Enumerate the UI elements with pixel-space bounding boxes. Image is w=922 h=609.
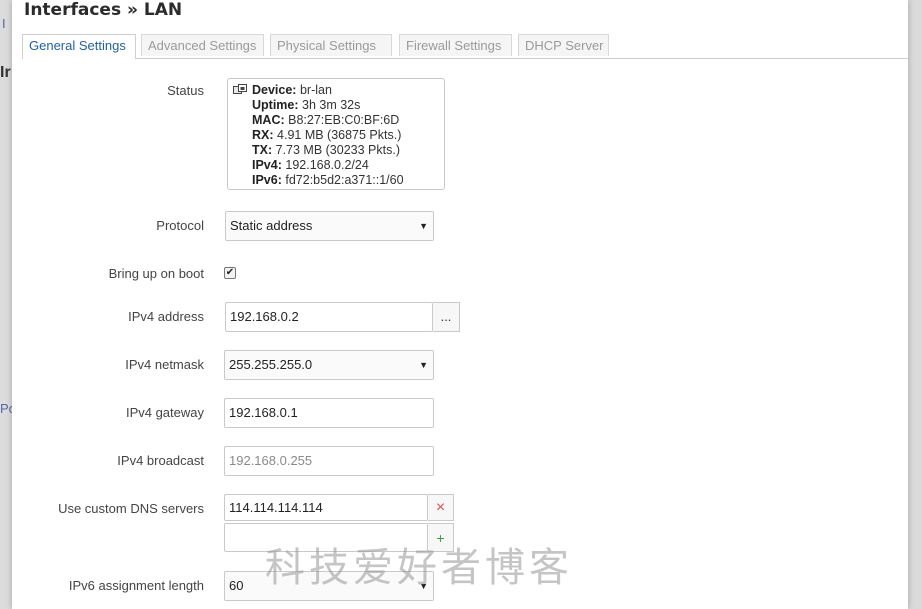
background-right-edge bbox=[908, 0, 922, 609]
status-box: Device: br-lan Uptime: 3h 3m 32s MAC: B8… bbox=[227, 78, 445, 190]
ipv4-address-label: IPv4 address bbox=[128, 309, 204, 324]
caret-down-icon: ▼ bbox=[419, 360, 428, 370]
dns-server-input[interactable]: 114.114.114.114 bbox=[224, 494, 428, 521]
status-row-device: Device: br-lan bbox=[252, 83, 332, 97]
status-row-ipv6: IPv6: fd72:b5d2:a371::1/60 bbox=[252, 173, 404, 187]
watermark-text: 科技爱好者博客 bbox=[265, 545, 573, 591]
ipv4-gateway-value: 192.168.0.1 bbox=[229, 405, 298, 420]
ellipsis-icon: ... bbox=[440, 309, 452, 324]
tab-advanced-settings[interactable]: Advanced Settings bbox=[141, 34, 264, 56]
status-row-mac: MAC: B8:27:EB:C0:BF:6D bbox=[252, 113, 400, 127]
tab-physical-settings[interactable]: Physical Settings bbox=[270, 34, 392, 56]
background-fragment: Ir bbox=[0, 64, 11, 81]
status-row-rx: RX: 4.91 MB (36875 Pkts.) bbox=[252, 128, 402, 142]
background-fragment: I bbox=[2, 16, 6, 31]
tab-firewall-settings[interactable]: Firewall Settings bbox=[399, 34, 512, 56]
tab-general-settings[interactable]: General Settings bbox=[22, 34, 136, 59]
tab-label: General Settings bbox=[29, 38, 126, 53]
caret-down-icon: ▼ bbox=[419, 221, 428, 231]
ipv6-assignment-length-label: IPv6 assignment length bbox=[68, 578, 204, 593]
ethernet-port-icon bbox=[233, 84, 247, 94]
tab-bar: General Settings Advanced Settings Physi… bbox=[22, 34, 908, 59]
protocol-select[interactable]: Static address ▼ bbox=[225, 211, 434, 241]
ipv4-broadcast-input[interactable]: 192.168.0.255 bbox=[224, 446, 434, 476]
checkmark-icon: ✔ bbox=[225, 267, 235, 278]
protocol-value: Static address bbox=[230, 218, 313, 233]
ipv4-gateway-input[interactable]: 192.168.0.1 bbox=[224, 398, 434, 428]
ipv4-broadcast-placeholder: 192.168.0.255 bbox=[229, 453, 313, 468]
ipv4-netmask-label: IPv4 netmask bbox=[125, 357, 204, 372]
ipv4-netmask-value: 255.255.255.0 bbox=[229, 357, 313, 372]
tab-dhcp-server[interactable]: DHCP Server bbox=[518, 34, 609, 56]
boot-label: Bring up on boot bbox=[108, 266, 204, 281]
dns-remove-button[interactable]: × bbox=[428, 494, 454, 521]
tab-label: Advanced Settings bbox=[148, 38, 257, 53]
status-row-uptime: Uptime: 3h 3m 32s bbox=[252, 98, 361, 112]
ipv4-netmask-select[interactable]: 255.255.255.0 ▼ bbox=[224, 350, 434, 380]
ipv4-gateway-label: IPv4 gateway bbox=[125, 405, 204, 420]
tab-label: DHCP Server bbox=[525, 38, 604, 53]
ipv4-address-input[interactable]: 192.168.0.2 bbox=[225, 302, 433, 332]
interface-dialog: Interfaces » LAN General Settings Advanc… bbox=[12, 0, 908, 609]
dns-label: Use custom DNS servers bbox=[58, 501, 204, 516]
remove-icon: × bbox=[435, 499, 446, 516]
status-row-ipv4: IPv4: 192.168.0.2/24 bbox=[252, 158, 369, 172]
protocol-label: Protocol bbox=[156, 218, 204, 233]
tab-label: Physical Settings bbox=[277, 38, 376, 53]
boot-checkbox[interactable]: ✔ bbox=[224, 267, 236, 279]
background-sidebar bbox=[0, 0, 12, 609]
tab-label: Firewall Settings bbox=[406, 38, 502, 53]
dialog-title: Interfaces » LAN bbox=[24, 0, 183, 20]
ipv6-assignment-length-value: 60 bbox=[229, 578, 244, 593]
ipv4-address-value: 192.168.0.2 bbox=[230, 309, 299, 324]
ipv4-broadcast-label: IPv4 broadcast bbox=[117, 453, 204, 468]
status-row-tx: TX: 7.73 MB (30233 Pkts.) bbox=[252, 143, 400, 157]
ipv4-address-more-button[interactable]: ... bbox=[433, 302, 460, 332]
dns-server-value: 114.114.114.114 bbox=[229, 500, 323, 515]
status-label: Status bbox=[167, 83, 204, 98]
